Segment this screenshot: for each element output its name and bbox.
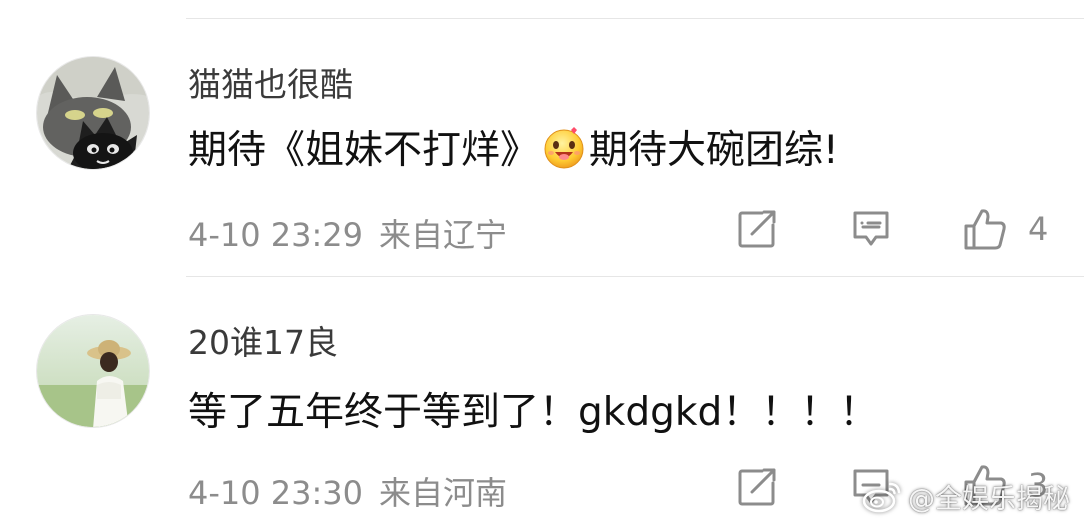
comment-item: 20谁17良 等了五年终于等到了！gkdgkd！！！！ 4-10 23:30 来自… (0, 0, 1084, 512)
watermark: @全娱乐揭秘 (862, 477, 1070, 516)
comment-text: 等了五年终于等到了！gkdgkd！！！！ (188, 390, 879, 435)
comment-location: 来自河南 (379, 474, 508, 512)
share-icon (738, 468, 776, 506)
username[interactable]: 20谁17良 (188, 316, 338, 364)
comment-time: 4-10 23:30 (188, 474, 364, 512)
comment-meta: 4-10 23:30 来自河南 (188, 468, 507, 514)
watermark-text: @全娱乐揭秘 (908, 484, 1070, 515)
weibo-logo-icon (862, 482, 901, 512)
girl-avatar-icon (37, 315, 149, 427)
avatar[interactable] (36, 314, 150, 428)
divider (186, 276, 1084, 277)
share-button[interactable] (736, 466, 778, 508)
